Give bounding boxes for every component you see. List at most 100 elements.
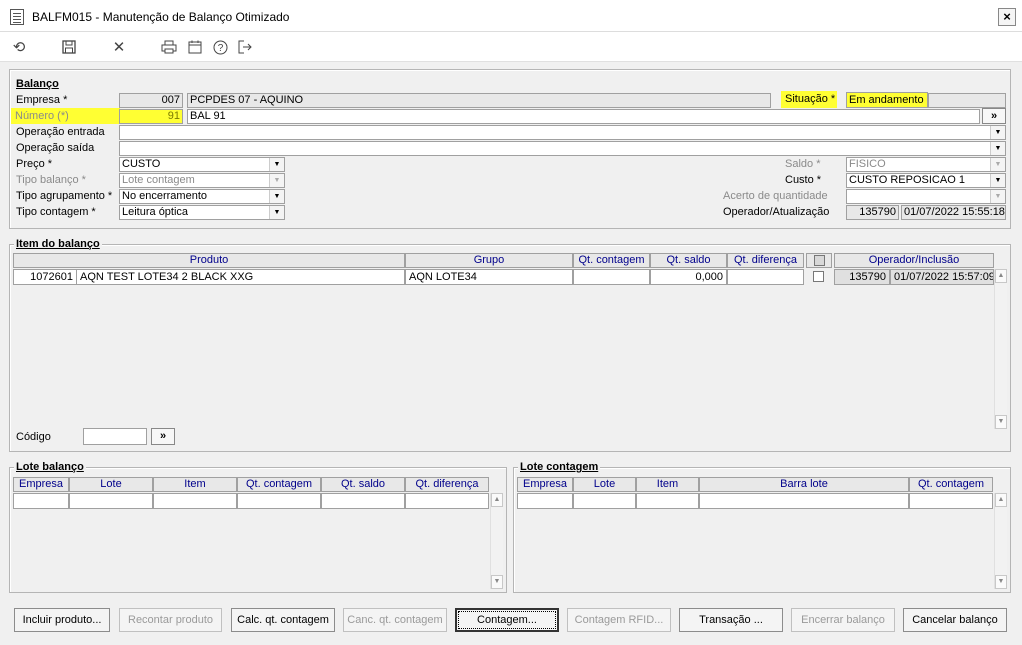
scroll-up-icon[interactable]: ▲ xyxy=(491,493,503,507)
lb-col-empresa[interactable]: Empresa xyxy=(13,477,69,492)
acerto-label: Acerto de quantidade xyxy=(723,190,828,202)
lc-col-lote[interactable]: Lote xyxy=(573,477,636,492)
tipo-balanco-select: Lote contagem ▼ xyxy=(119,173,285,188)
incluir-produto-button[interactable]: Incluir produto... xyxy=(14,608,110,632)
empresa-code-field[interactable]: 007 xyxy=(119,93,183,108)
lb-cell[interactable] xyxy=(405,493,489,509)
lc-col-barra-lote[interactable]: Barra lote xyxy=(699,477,909,492)
close-button[interactable]: × xyxy=(998,8,1016,26)
tipo-contagem-select[interactable]: Leitura óptica ▼ xyxy=(119,205,285,220)
atualizacao-field: 01/07/2022 15:55:18 xyxy=(901,205,1006,220)
operador-label: Operador/Atualização xyxy=(723,206,830,218)
window-title: BALFM015 - Manutenção de Balanço Otimiza… xyxy=(32,10,290,24)
col-qt-diferenca[interactable]: Qt. diferença xyxy=(727,253,804,268)
lote-balanco-scrollbar[interactable]: ▲ ▼ xyxy=(490,493,503,589)
exit-icon[interactable] xyxy=(234,37,256,57)
operador-field: 135790 xyxy=(846,205,899,220)
canc-qt-contagem-button[interactable]: Canc. qt. contagem xyxy=(343,608,447,632)
col-qt-contagem[interactable]: Qt. contagem xyxy=(573,253,650,268)
cell-qt-diferenca[interactable] xyxy=(727,269,804,285)
empresa-name-field: PCPDES 07 - AQUINO xyxy=(187,93,771,108)
lc-cell[interactable] xyxy=(636,493,699,509)
save-icon[interactable] xyxy=(58,37,80,57)
chevron-down-icon: ▼ xyxy=(990,174,1005,187)
lb-cell[interactable] xyxy=(153,493,237,509)
lc-cell[interactable] xyxy=(699,493,909,509)
lb-col-qt-saldo[interactable]: Qt. saldo xyxy=(321,477,405,492)
situacao-filler xyxy=(928,93,1006,108)
lb-col-qt-contagem[interactable]: Qt. contagem xyxy=(237,477,321,492)
col-select-all[interactable] xyxy=(806,253,832,268)
lc-cell[interactable] xyxy=(909,493,993,509)
transacao-button[interactable]: Transação ... xyxy=(679,608,783,632)
chevron-down-icon: ▼ xyxy=(990,126,1005,139)
print-icon[interactable] xyxy=(158,37,180,57)
situacao-label: Situação * xyxy=(781,91,837,108)
chevron-down-icon: ▼ xyxy=(269,206,284,219)
saldo-label: Saldo * xyxy=(785,158,821,170)
row-checkbox[interactable] xyxy=(813,271,824,282)
item-scrollbar[interactable]: ▲ ▼ xyxy=(994,269,1007,429)
codigo-input[interactable] xyxy=(83,428,147,445)
col-grupo[interactable]: Grupo xyxy=(405,253,573,268)
preco-select[interactable]: CUSTO ▼ xyxy=(119,157,285,172)
lb-col-item[interactable]: Item xyxy=(153,477,237,492)
col-produto[interactable]: Produto xyxy=(13,253,405,268)
cell-qt-saldo[interactable]: 0,000 xyxy=(650,269,727,285)
tipo-contagem-label: Tipo contagem * xyxy=(16,206,96,218)
numero-field[interactable]: 91 xyxy=(119,109,183,124)
checkbox-icon[interactable] xyxy=(814,255,825,266)
toolbar: ⟲ ✕ ? xyxy=(0,32,1022,62)
balanco-title: Balanço xyxy=(14,78,61,90)
custo-label: Custo * xyxy=(785,174,822,186)
lb-cell[interactable] xyxy=(69,493,153,509)
lc-col-qt-contagem[interactable]: Qt. contagem xyxy=(909,477,993,492)
cancelar-balanco-button[interactable]: Cancelar balanço xyxy=(903,608,1007,632)
codigo-lookup-button[interactable]: » xyxy=(151,428,175,445)
tipo-agrupamento-select[interactable]: No encerramento ▼ xyxy=(119,189,285,204)
lc-cell[interactable] xyxy=(573,493,636,509)
custo-select[interactable]: CUSTO REPOSICAO 1 ▼ xyxy=(846,173,1006,188)
scroll-up-icon[interactable]: ▲ xyxy=(995,493,1007,507)
codigo-label: Código xyxy=(16,431,51,443)
op-saida-label: Operação saída xyxy=(16,142,95,154)
recontar-produto-button[interactable]: Recontar produto xyxy=(119,608,222,632)
lc-col-empresa[interactable]: Empresa xyxy=(517,477,573,492)
tipo-agrupamento-label: Tipo agrupamento * xyxy=(16,190,113,202)
scroll-down-icon[interactable]: ▼ xyxy=(995,575,1007,589)
numero-lookup-button[interactable]: » xyxy=(982,108,1006,124)
cell-qt-contagem[interactable] xyxy=(573,269,650,285)
encerrar-balanco-button[interactable]: Encerrar balanço xyxy=(791,608,895,632)
lb-col-lote[interactable]: Lote xyxy=(69,477,153,492)
contagem-rfid-button[interactable]: Contagem RFID... xyxy=(567,608,671,632)
item-title: Item do balanço xyxy=(14,238,102,250)
lc-cell[interactable] xyxy=(517,493,573,509)
calendar-icon[interactable] xyxy=(184,37,206,57)
col-qt-saldo[interactable]: Qt. saldo xyxy=(650,253,727,268)
numero-desc-field[interactable]: BAL 91 xyxy=(187,109,980,124)
lb-cell[interactable] xyxy=(321,493,405,509)
scroll-down-icon[interactable]: ▼ xyxy=(995,415,1007,429)
lc-col-item[interactable]: Item xyxy=(636,477,699,492)
lb-cell[interactable] xyxy=(13,493,69,509)
cell-grupo[interactable]: AQN LOTE34 xyxy=(405,269,573,285)
calc-qt-contagem-button[interactable]: Calc. qt. contagem xyxy=(231,608,335,632)
cell-codigo[interactable]: 1072601 xyxy=(13,269,77,285)
scroll-up-icon[interactable]: ▲ xyxy=(995,269,1007,283)
op-entrada-label: Operação entrada xyxy=(16,126,105,138)
col-operador-inclusao[interactable]: Operador/Inclusão xyxy=(834,253,994,268)
cell-inclusao: 01/07/2022 15:57:09 xyxy=(890,269,994,285)
lote-contagem-scrollbar[interactable]: ▲ ▼ xyxy=(994,493,1007,589)
chevron-down-icon: ▼ xyxy=(269,174,284,187)
op-entrada-select[interactable]: ▼ xyxy=(119,125,1006,140)
op-saida-select[interactable]: ▼ xyxy=(119,141,1006,156)
lb-cell[interactable] xyxy=(237,493,321,509)
help-icon[interactable]: ? xyxy=(209,37,231,57)
refresh-icon[interactable]: ⟲ xyxy=(8,37,30,57)
lb-col-qt-diferenca[interactable]: Qt. diferença xyxy=(405,477,489,492)
cell-produto[interactable]: AQN TEST LOTE34 2 BLACK XXG xyxy=(76,269,405,285)
contagem-button[interactable]: Contagem... xyxy=(455,608,559,632)
scroll-down-icon[interactable]: ▼ xyxy=(491,575,503,589)
preco-label: Preço * xyxy=(16,158,53,170)
cancel-icon[interactable]: ✕ xyxy=(108,37,130,57)
